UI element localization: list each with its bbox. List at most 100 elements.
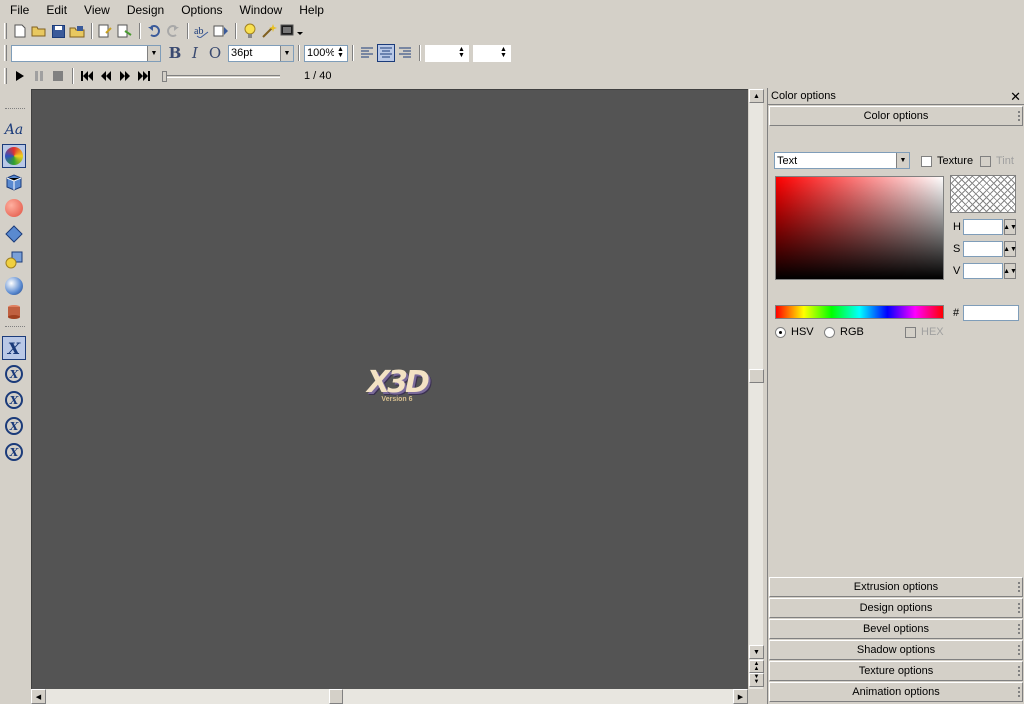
x-preset-2-icon[interactable]: X — [2, 362, 26, 386]
toolbar-grip[interactable] — [4, 68, 7, 84]
section-shadow-options[interactable]: Shadow options — [769, 640, 1023, 660]
extrusion-tool-icon[interactable] — [2, 170, 26, 194]
spin-arrows-icon[interactable]: ▲▼ — [497, 45, 510, 61]
font-size-select[interactable]: 36pt ▼ — [228, 44, 294, 62]
spin-arrows-icon[interactable]: ▲▼ — [1003, 263, 1017, 279]
bevel-tool-icon[interactable] — [2, 222, 26, 246]
chevron-down-icon[interactable]: ▼ — [147, 45, 160, 61]
hex-input[interactable] — [963, 305, 1020, 321]
x-preset-5-icon[interactable]: X — [2, 440, 26, 464]
spin-arrows-icon[interactable]: ▲▼ — [334, 45, 347, 61]
bold-button[interactable]: B — [165, 44, 185, 62]
spin-arrows-icon[interactable]: ▲▼ — [1003, 219, 1017, 235]
hscroll-thumb[interactable] — [329, 689, 343, 704]
scroll-down-icon[interactable]: ▼ — [749, 645, 764, 659]
vertical-scrollbar[interactable]: ▲ ▼ ▲ ▲ ▼ ▼ — [748, 89, 764, 689]
section-animation-options[interactable]: Animation options — [769, 682, 1023, 702]
menu-help[interactable]: Help — [299, 3, 324, 17]
menu-view[interactable]: View — [84, 3, 110, 17]
first-frame-icon[interactable] — [78, 67, 96, 85]
play-icon[interactable] — [11, 67, 29, 85]
section-texture-options[interactable]: Texture options — [769, 661, 1023, 681]
stop-icon[interactable] — [49, 67, 67, 85]
timeline-slider[interactable] — [162, 68, 280, 84]
toolbar-grip[interactable] — [4, 23, 7, 39]
pause-icon[interactable] — [30, 67, 48, 85]
chevron-down-icon[interactable]: ▼ — [896, 153, 909, 168]
menu-options[interactable]: Options — [181, 3, 222, 17]
x-preset-1-icon[interactable]: X — [2, 336, 26, 360]
light-bulb-icon[interactable] — [241, 22, 259, 40]
section-extrusion-options[interactable]: Extrusion options — [769, 577, 1023, 597]
section-color-options[interactable]: Color options — [769, 106, 1023, 126]
font-name-select[interactable]: ▼ — [11, 44, 161, 62]
next-frame-icon[interactable] — [116, 67, 134, 85]
color-tool-icon[interactable] — [2, 144, 26, 168]
3d-viewport[interactable]: X3D Version 6 — [31, 89, 748, 689]
logo-text: X3D — [367, 365, 430, 400]
menu-window[interactable]: Window — [240, 3, 283, 17]
color-target-select[interactable]: Text ▼ — [774, 152, 910, 169]
spacing-spinner[interactable]: ▲ ▼ — [425, 44, 469, 62]
menu-design[interactable]: Design — [127, 3, 164, 17]
section-design-options[interactable]: Design options — [769, 598, 1023, 618]
import-icon[interactable] — [97, 22, 115, 40]
redo-icon[interactable] — [164, 22, 182, 40]
sphere-tool-icon[interactable] — [2, 274, 26, 298]
hue-input[interactable] — [963, 219, 1003, 235]
menu-edit[interactable]: Edit — [46, 3, 67, 17]
align-center-icon[interactable] — [377, 44, 395, 62]
save-icon[interactable] — [49, 22, 67, 40]
close-icon[interactable]: ✕ — [1010, 89, 1021, 105]
light-tool-icon[interactable] — [2, 248, 26, 272]
align-right-icon[interactable] — [396, 44, 414, 62]
italic-button[interactable]: I — [185, 44, 205, 62]
undo-icon[interactable] — [145, 22, 163, 40]
x-preset-4-icon[interactable]: X — [2, 414, 26, 438]
grip-icon — [1018, 111, 1020, 121]
render-preview-icon[interactable] — [279, 22, 305, 40]
saturation-value-picker[interactable] — [775, 176, 944, 280]
x-preset-3-icon[interactable]: X — [2, 388, 26, 412]
section-bevel-options[interactable]: Bevel options — [769, 619, 1023, 639]
rgb-radio[interactable]: RGB — [824, 326, 864, 338]
scroll-right-icon[interactable]: ▶ — [733, 689, 748, 704]
timeline-thumb[interactable] — [162, 71, 167, 82]
page-up-icon[interactable]: ▲ ▲ — [749, 660, 764, 673]
chevron-down-icon[interactable]: ▼ — [280, 45, 293, 61]
export-icon[interactable] — [116, 22, 134, 40]
texture-checkbox[interactable]: Texture — [921, 155, 973, 167]
scroll-thumb[interactable] — [749, 369, 764, 383]
hsv-radio[interactable]: HSV — [775, 326, 814, 338]
toolbar-grip[interactable] — [4, 45, 7, 61]
saturation-input[interactable] — [963, 241, 1003, 257]
text-tool-icon[interactable]: Aa — [2, 118, 26, 142]
color-options-body: Text ▼ Texture Tint H ▲▼ S ▲▼ V ▲▼ # HSV… — [768, 126, 1024, 582]
cylinder-tool-icon[interactable] — [2, 300, 26, 324]
shape-tool-icon[interactable] — [2, 196, 26, 220]
horizontal-scrollbar[interactable]: ◀ ▶ — [31, 689, 748, 704]
scroll-left-icon[interactable]: ◀ — [31, 689, 46, 704]
prev-frame-icon[interactable] — [97, 67, 115, 85]
hue-slider[interactable] — [775, 305, 944, 319]
spell-check-icon[interactable]: ab — [193, 22, 211, 40]
kerning-spinner[interactable]: ▲ ▼ — [473, 44, 511, 62]
scroll-up-icon[interactable]: ▲ — [749, 89, 764, 103]
save-all-icon[interactable] — [68, 22, 86, 40]
value-input[interactable] — [963, 263, 1003, 279]
radio-dot[interactable] — [775, 326, 786, 338]
outline-button[interactable]: O — [205, 44, 225, 62]
open-folder-icon[interactable] — [30, 22, 48, 40]
new-file-icon[interactable] — [11, 22, 29, 40]
wand-icon[interactable] — [260, 22, 278, 40]
page-down-icon[interactable]: ▼ ▼ — [749, 673, 764, 687]
align-left-icon[interactable] — [358, 44, 376, 62]
checkbox-box[interactable] — [921, 155, 932, 167]
radio-dot[interactable] — [824, 326, 835, 338]
zoom-spinner[interactable]: 100% ▲ ▼ — [304, 44, 348, 62]
spin-arrows-icon[interactable]: ▲▼ — [1003, 241, 1017, 257]
frames-icon[interactable] — [212, 22, 230, 40]
spin-arrows-icon[interactable]: ▲▼ — [455, 45, 468, 61]
last-frame-icon[interactable] — [135, 67, 153, 85]
menu-file[interactable]: File — [10, 3, 29, 17]
